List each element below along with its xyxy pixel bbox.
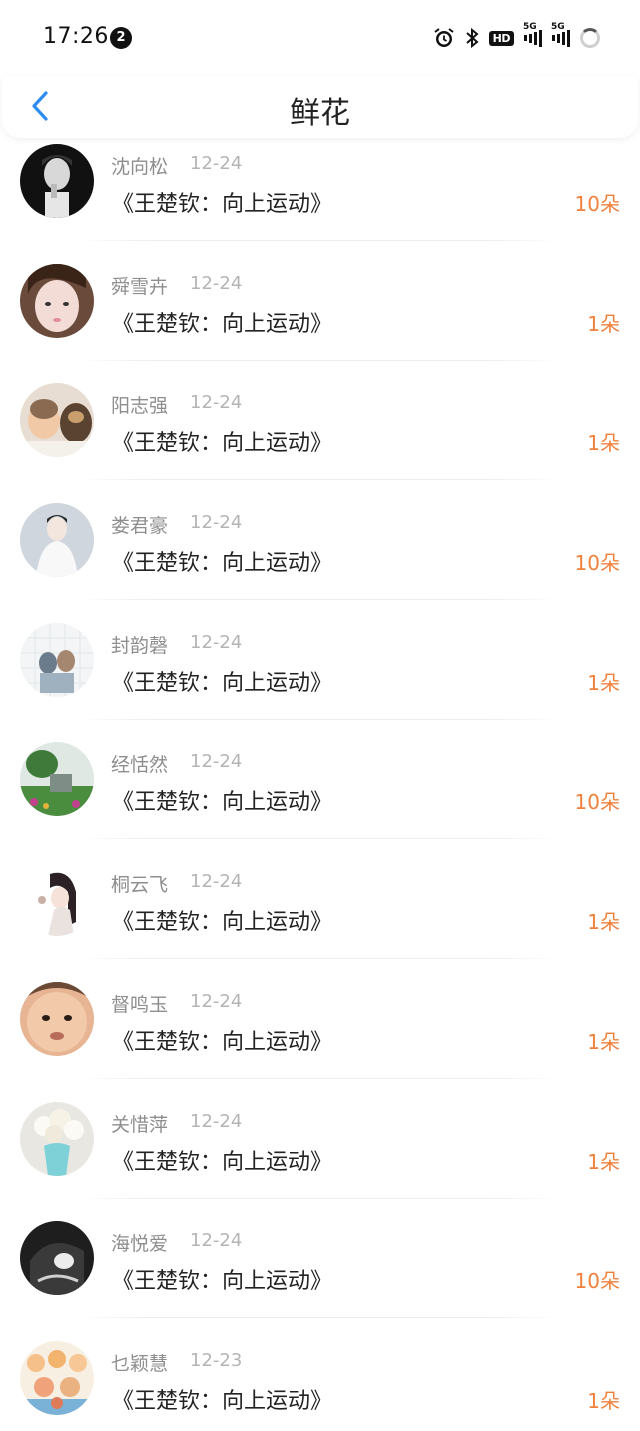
gift-date: 12-24 <box>190 990 243 1012</box>
sender-name: 娄君豪 <box>111 515 169 538</box>
flower-count: 10朵 <box>574 790 620 815</box>
network-type-label-2: 5G <box>551 22 565 32</box>
gift-date: 12-24 <box>190 272 243 294</box>
sender-name: 乜颖慧 <box>111 1352 169 1375</box>
avatar[interactable] <box>20 622 94 697</box>
flower-count: 1朵 <box>587 1149 620 1174</box>
sender-name: 督鸣玉 <box>111 993 169 1016</box>
article-title: 《王楚钦：向上运动》 <box>112 670 333 696</box>
gift-date: 12-24 <box>190 392 243 414</box>
signal-5g-icon: 5G <box>523 22 542 47</box>
avatar[interactable] <box>20 862 94 937</box>
list-item[interactable]: 沈向松 12-24 《王楚钦：向上运动》 10朵 <box>0 140 640 260</box>
flower-count: 1朵 <box>587 1388 620 1413</box>
avatar[interactable] <box>20 144 94 218</box>
divider <box>78 1197 558 1199</box>
divider <box>78 479 558 481</box>
divider <box>78 240 558 241</box>
flower-gift-list: 沈向松 12-24 《王楚钦：向上运动》 10朵 舜雪卉 12-24 《王楚钦：向上运动》 1… <box>0 140 640 1431</box>
avatar[interactable] <box>20 1340 94 1415</box>
article-title: 《王楚钦：向上运动》 <box>112 910 333 936</box>
sender-name: 沈向松 <box>111 156 169 178</box>
article-title: 《王楚钦：向上运动》 <box>112 311 333 337</box>
avatar[interactable] <box>20 981 94 1056</box>
nav-header: 鲜花 <box>2 76 638 138</box>
divider <box>78 838 558 840</box>
notification-count-badge: 2 <box>110 27 132 49</box>
status-icons: HD 5G 5G <box>433 22 600 52</box>
gift-date: 12-24 <box>190 871 243 893</box>
sender-name: 封韵磬 <box>111 634 169 657</box>
avatar[interactable] <box>20 1221 94 1296</box>
sender-name: 关惜萍 <box>111 1113 169 1136</box>
list-item[interactable]: 乜颖慧 12-23 《王楚钦：向上运动》 1朵 <box>0 1337 640 1431</box>
list-item[interactable]: 封韵磬 12-24 《王楚钦：向上运动》 1朵 <box>0 619 640 739</box>
flower-count: 10朵 <box>574 1269 620 1294</box>
article-title: 《王楚钦：向上运动》 <box>112 1149 333 1175</box>
avatar[interactable] <box>20 742 94 817</box>
article-title: 《王楚钦：向上运动》 <box>112 551 333 577</box>
article-title: 《王楚钦：向上运动》 <box>112 1388 333 1414</box>
article-title: 《王楚钦：向上运动》 <box>112 1269 333 1295</box>
avatar[interactable] <box>20 1101 94 1176</box>
list-item[interactable]: 阳志强 12-24 《王楚钦：向上运动》 1朵 <box>0 379 640 499</box>
article-title: 《王楚钦：向上运动》 <box>112 431 333 457</box>
list-item[interactable]: 海悦爱 12-24 《王楚钦：向上运动》 10朵 <box>0 1217 640 1337</box>
status-time: 17:26 <box>43 24 109 49</box>
gift-date: 12-24 <box>190 751 243 773</box>
gift-date: 12-24 <box>190 1230 243 1252</box>
divider <box>78 359 558 361</box>
alarm-icon <box>433 27 455 49</box>
flower-count: 1朵 <box>587 1029 620 1054</box>
article-title: 《王楚钦：向上运动》 <box>112 192 333 217</box>
divider <box>78 1317 558 1319</box>
flower-count: 10朵 <box>574 551 620 576</box>
list-item[interactable]: 娄君豪 12-24 《王楚钦：向上运动》 10朵 <box>0 499 640 619</box>
article-title: 《王楚钦：向上运动》 <box>112 1029 333 1055</box>
divider <box>78 718 558 720</box>
divider <box>78 958 558 960</box>
status-bar: 17:26 2 HD 5G 5G <box>0 0 640 76</box>
list-item[interactable]: 舜雪卉 12-24 《王楚钦：向上运动》 1朵 <box>0 260 640 380</box>
list-item[interactable]: 经恬然 12-24 《王楚钦：向上运动》 10朵 <box>0 738 640 858</box>
page-title: 鲜花 <box>290 96 350 131</box>
flower-count: 1朵 <box>587 910 620 935</box>
network-type-label: 5G <box>523 22 537 32</box>
divider <box>78 599 558 601</box>
bluetooth-icon <box>465 27 479 49</box>
list-item[interactable]: 关惜萍 12-24 《王楚钦：向上运动》 1朵 <box>0 1098 640 1218</box>
signal-5g-icon-2: 5G <box>551 22 570 47</box>
flower-count: 10朵 <box>574 192 620 216</box>
sender-name: 海悦爱 <box>111 1233 169 1256</box>
list-item[interactable]: 桐云飞 12-24 《王楚钦：向上运动》 1朵 <box>0 858 640 978</box>
flower-count: 1朵 <box>587 311 620 336</box>
sender-name: 经恬然 <box>111 754 169 777</box>
sender-name: 桐云飞 <box>111 874 169 897</box>
gift-date: 12-24 <box>190 1110 243 1132</box>
sender-name: 舜雪卉 <box>111 275 169 298</box>
avatar[interactable] <box>20 263 94 338</box>
flower-count: 1朵 <box>587 670 620 695</box>
gift-date: 12-24 <box>190 631 243 653</box>
avatar[interactable] <box>20 383 94 458</box>
gift-date: 12-24 <box>190 512 243 534</box>
divider <box>78 1077 558 1079</box>
list-item[interactable]: 督鸣玉 12-24 《王楚钦：向上运动》 1朵 <box>0 978 640 1098</box>
flower-count: 1朵 <box>587 431 620 456</box>
battery-loading-icon <box>580 28 600 48</box>
sender-name: 阳志强 <box>111 395 169 418</box>
hd-voice-icon: HD <box>488 30 514 46</box>
article-title: 《王楚钦：向上运动》 <box>112 790 333 816</box>
gift-date: 12-23 <box>190 1349 243 1371</box>
gift-date: 12-24 <box>190 153 243 174</box>
avatar[interactable] <box>20 503 94 578</box>
